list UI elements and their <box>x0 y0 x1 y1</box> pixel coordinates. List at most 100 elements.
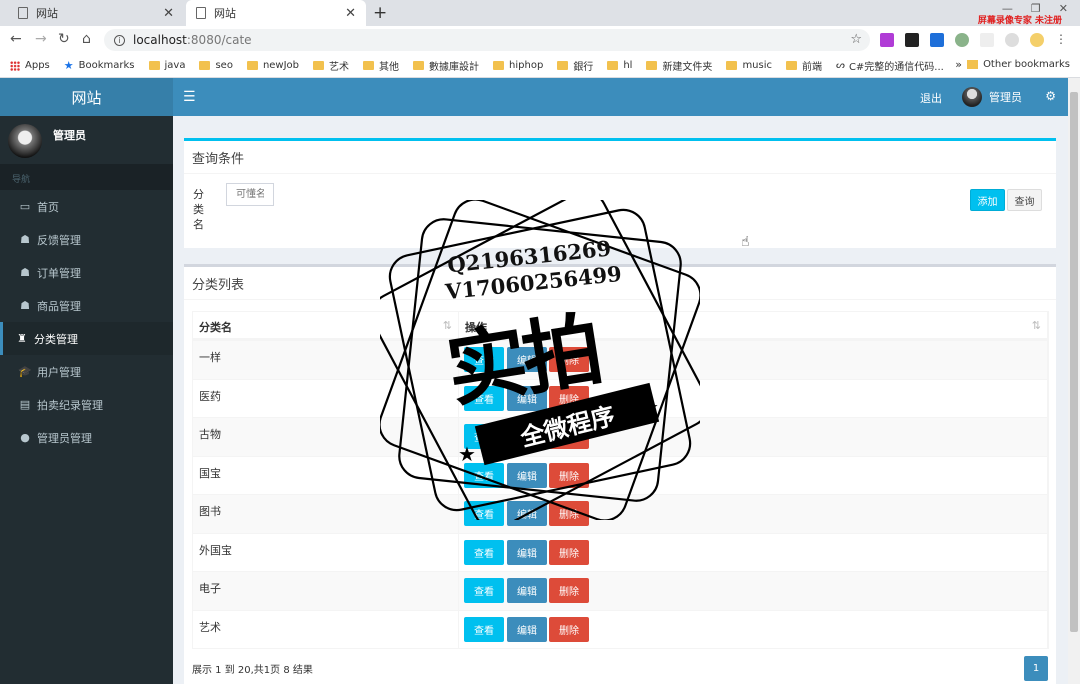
actions-cell: 查看编辑删除 <box>459 495 1048 533</box>
view-button[interactable]: 查看 <box>464 501 504 526</box>
sidebar-item-auction-records[interactable]: ▤ 拍卖纪录管理 <box>0 388 173 421</box>
edit-button[interactable]: 编辑 <box>507 539 547 565</box>
page-scrollbar[interactable] <box>1068 78 1080 684</box>
sidebar-item-categories[interactable]: ♜ 分类管理 <box>0 322 173 355</box>
table-row: 电子 查看 编辑 删除 <box>193 571 1048 610</box>
hamburger-menu-icon[interactable]: ☰ <box>183 89 196 105</box>
category-name-input[interactable] <box>226 183 274 206</box>
folder-icon <box>148 61 160 70</box>
sidebar-item-products[interactable]: ☗ 商品管理 <box>0 289 173 322</box>
bookmark-bookmarks[interactable]: ★ Bookmarks <box>64 59 135 72</box>
sort-icon: ⇅ <box>1031 319 1041 332</box>
bookmark-link[interactable]: ᔕ C#完整的通信代码... <box>836 58 944 73</box>
delete-button[interactable]: 删除 <box>549 616 589 642</box>
extension-icon[interactable] <box>980 33 994 47</box>
forward-icon[interactable]: → <box>35 31 47 47</box>
delete-button[interactable]: 删除 <box>549 539 589 565</box>
page-button[interactable]: 1 <box>1024 656 1048 681</box>
menu-dots-icon[interactable]: ⋮ <box>1055 33 1069 47</box>
view-button[interactable]: 查看 <box>464 539 504 565</box>
logout-link[interactable]: 退出 <box>920 90 942 106</box>
other-bookmarks[interactable]: Other bookmarks <box>967 59 1070 70</box>
bookmark-folder[interactable]: 艺术 <box>313 58 349 73</box>
extension-icon[interactable] <box>955 33 969 47</box>
gears-icon[interactable]: ⚙ <box>1045 89 1056 103</box>
profile-avatar-icon[interactable] <box>1030 33 1044 47</box>
bookmark-folder[interactable]: hiphop <box>493 60 543 71</box>
edit-button[interactable]: 编辑 <box>507 578 547 603</box>
user-icon: ● <box>20 431 30 444</box>
bookmark-folder[interactable]: 數據庫設計 <box>413 58 479 73</box>
sidebar-item-home[interactable]: ▭ 首页 <box>0 190 173 223</box>
address-bar-row: ← → ↻ ⌂ i localhost:8080/cate ☆ ⋮ <box>0 26 1080 54</box>
bookmark-star-icon[interactable]: ☆ <box>850 32 862 47</box>
folder-icon <box>646 61 658 70</box>
browser-tab-active[interactable]: 网站 ✕ <box>186 0 366 26</box>
table-row: 一样 查看 编辑 删除 <box>193 340 1048 379</box>
bookmark-folder[interactable]: seo <box>199 60 233 71</box>
avatar <box>8 124 42 158</box>
sidebar-header: 导航 <box>0 164 173 190</box>
info-icon[interactable]: i <box>114 34 125 46</box>
folder-icon <box>493 61 505 70</box>
url-input[interactable]: i localhost:8080/cate ☆ <box>104 29 870 51</box>
user-menu[interactable]: 管理员 <box>962 87 1022 107</box>
extension-icon[interactable] <box>905 33 919 47</box>
star-icon: ★ <box>63 59 74 72</box>
tab-title: 网站 <box>36 7 58 20</box>
delete-button[interactable]: 删除 <box>549 578 589 603</box>
bookmark-folder[interactable]: 銀行 <box>557 58 593 73</box>
bookmark-folder[interactable]: hl <box>607 60 632 71</box>
column-header-name[interactable]: 分类名 ⇅ <box>193 312 459 338</box>
sidebar-user-name: 管理员 <box>53 129 86 142</box>
delete-button[interactable]: 删除 <box>549 462 589 488</box>
view-button[interactable]: 查看 <box>464 578 504 603</box>
delete-button[interactable]: 删除 <box>549 501 589 526</box>
apps-icon <box>10 60 20 71</box>
query-box-title: 查询条件 <box>184 141 1056 174</box>
bookmark-apps[interactable]: Apps <box>10 60 50 71</box>
book-icon: ▤ <box>19 398 31 411</box>
star-icon: ★ <box>458 442 476 466</box>
bookmark-folder[interactable]: 新建文件夹 <box>646 58 712 73</box>
sidebar-item-users[interactable]: 🎓 用户管理 <box>0 355 173 388</box>
actions-cell: 查看编辑删除 <box>459 610 1048 648</box>
extension-icon[interactable] <box>930 33 944 47</box>
folder-icon <box>726 61 738 70</box>
edit-button[interactable]: 编辑 <box>507 616 547 642</box>
close-icon[interactable]: ✕ <box>163 6 174 21</box>
view-button[interactable]: 查看 <box>464 462 504 488</box>
bookmark-folder[interactable]: newJob <box>246 60 299 71</box>
back-icon[interactable]: ← <box>10 31 22 47</box>
new-tab-button[interactable]: + <box>373 3 387 23</box>
scrollbar-thumb[interactable] <box>1070 92 1078 632</box>
sidebar-item-feedback[interactable]: ☗ 反馈管理 <box>0 223 173 256</box>
browser-tab[interactable]: 网站 ✕ <box>8 0 184 26</box>
reload-icon[interactable]: ↻ <box>58 31 70 47</box>
home-icon[interactable]: ⌂ <box>82 31 91 47</box>
extension-icon[interactable] <box>1005 33 1019 47</box>
app-logo[interactable]: 网站 <box>0 78 173 116</box>
bookmarks-bar: Apps ★ Bookmarks java seo newJob 艺术 其他 數據… <box>0 54 1080 78</box>
extension-icon[interactable] <box>880 33 894 47</box>
bookmarks-more-button[interactable]: » <box>955 58 962 71</box>
page-icon <box>196 7 206 19</box>
bookmark-folder[interactable]: 其他 <box>363 58 399 73</box>
bookmark-folder[interactable]: java <box>148 60 185 71</box>
bookmark-folder[interactable]: 前端 <box>786 58 822 73</box>
search-button[interactable]: 查询 <box>1007 189 1042 211</box>
bookmark-folder[interactable]: music <box>726 60 772 71</box>
add-button[interactable]: 添加 <box>970 189 1005 211</box>
users-icon: ☗ <box>20 299 30 312</box>
sidebar-item-orders[interactable]: ☗ 订单管理 <box>0 256 173 289</box>
url-path: :8080/cate <box>186 33 252 47</box>
edit-button[interactable]: 编辑 <box>507 501 547 526</box>
close-icon[interactable]: ✕ <box>345 6 356 21</box>
category-name-cell: 一样 <box>193 341 459 379</box>
edit-button[interactable]: 编辑 <box>507 462 547 488</box>
table-row: 国宝 查看 编辑 删除 <box>193 455 1048 494</box>
folder-icon <box>413 61 425 70</box>
folder-icon <box>607 61 619 70</box>
sidebar-item-admins[interactable]: ● 管理员管理 <box>0 421 173 454</box>
view-button[interactable]: 查看 <box>464 616 504 642</box>
